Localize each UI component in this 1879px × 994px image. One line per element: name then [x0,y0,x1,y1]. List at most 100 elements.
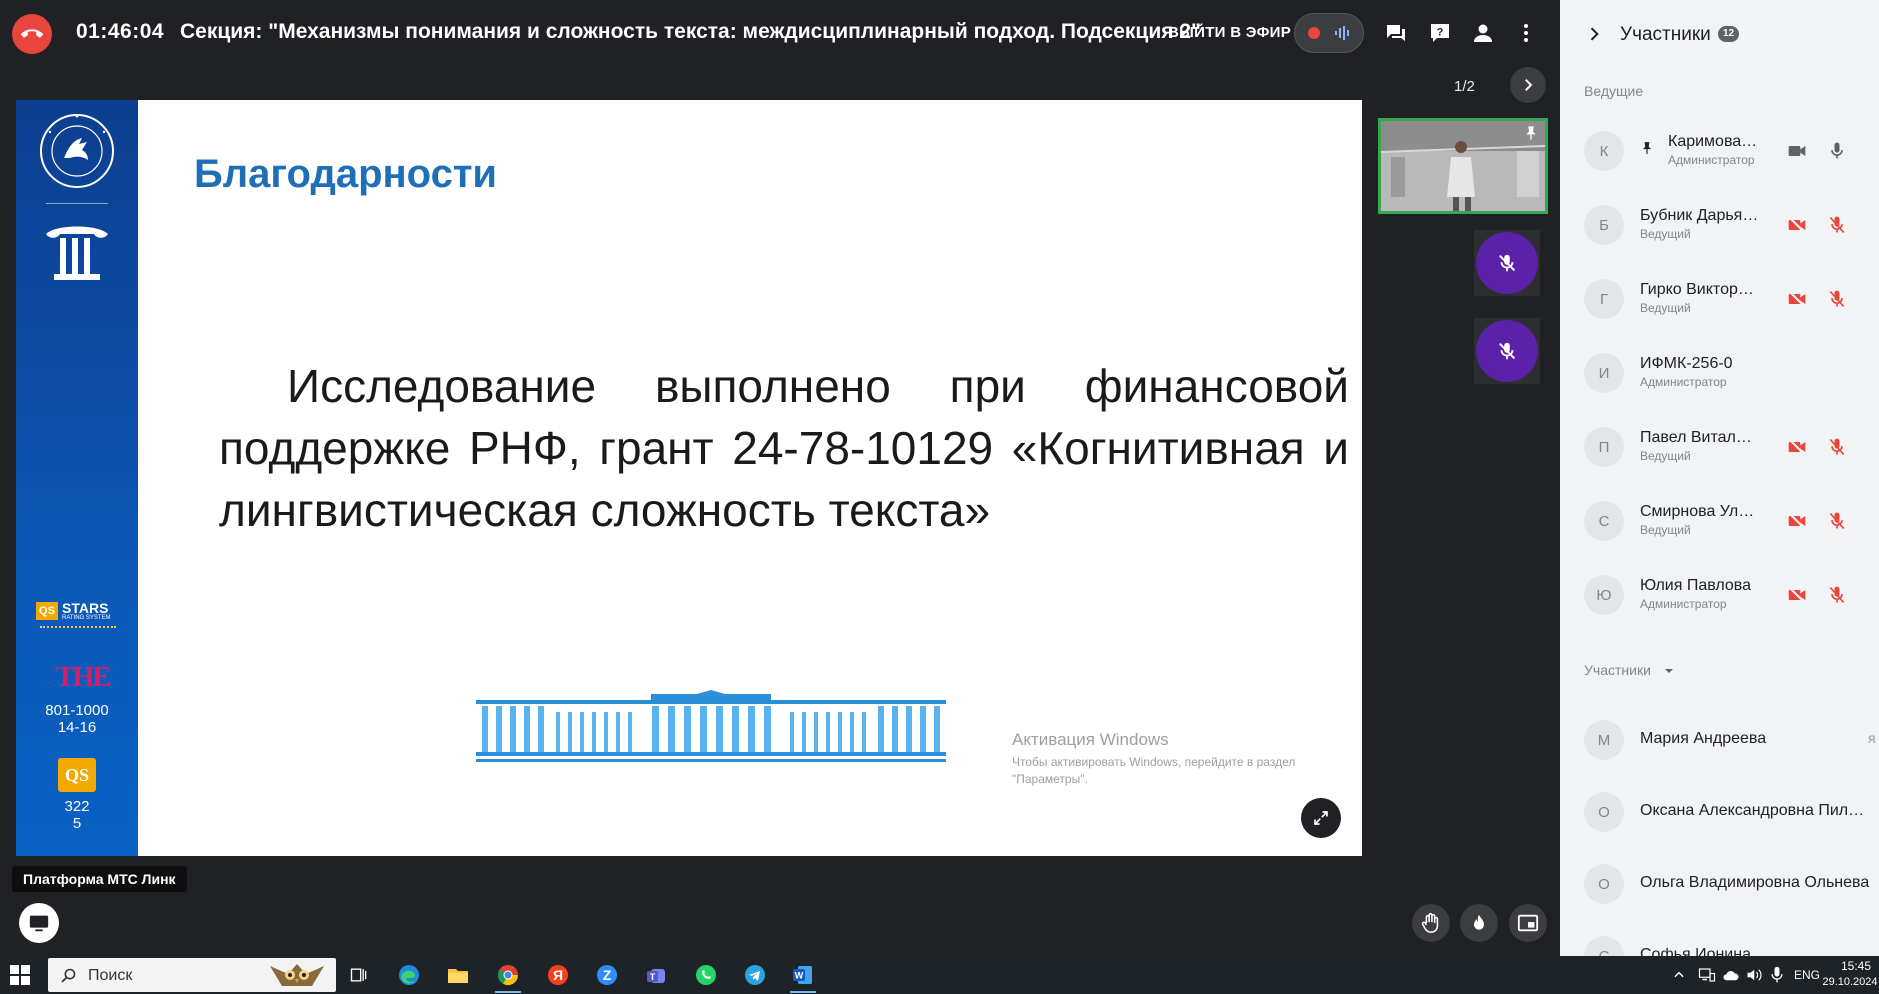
file-explorer-icon[interactable] [441,960,475,990]
svg-text:Я: Я [553,967,563,983]
participant-row[interactable]: Ю Юлия Павлова Администратор [1560,567,1879,623]
active-speaker-video[interactable] [1378,118,1548,214]
participant-row[interactable]: О Ольга Владимировна Ольнева [1560,856,1879,912]
next-slide-button[interactable] [1510,67,1546,103]
sidebar-divider [46,203,108,204]
whatsapp-icon[interactable] [689,960,723,990]
participant-name: Павел Витал… [1640,429,1752,446]
telegram-icon[interactable] [738,960,772,990]
picture-in-picture-icon [1517,914,1539,932]
flame-icon [1474,914,1484,930]
participant-row[interactable]: И ИФМК-256-0 Администратор [1560,345,1879,401]
slide-sidebar: QS STARS RATING SYSTEM THE 801-1000 14-1… [16,100,138,856]
windows-activation-watermark: Активация Windows Чтобы активировать Win… [1012,730,1296,786]
the-rank-range: 801-1000 [45,702,109,719]
avatar: С [1584,501,1624,541]
tray-chevron-up-icon[interactable] [1672,968,1686,982]
phone-hangup-icon [21,29,43,38]
meeting-title: Секция: "Механизмы понимания и сложность… [180,20,1201,43]
participant-name: Мария Андреева [1640,730,1767,747]
camera-off-icon[interactable] [1786,436,1808,458]
chat-icon[interactable] [1382,19,1410,47]
microphone-tray-icon[interactable] [1770,966,1786,984]
slide-page-counter: 1/2 [1454,78,1475,95]
participant-row[interactable]: О Оксана Александровна Пиль… [1560,784,1879,840]
mic-off-icon[interactable] [1826,288,1848,310]
participant-tile-muted-2[interactable] [1474,318,1540,384]
avatar: К [1584,131,1624,171]
clock-date[interactable]: 29.10.2024 [1822,976,1878,988]
mic-off-icon[interactable] [1826,510,1848,532]
avatar: М [1584,720,1624,760]
participant-row[interactable]: С Смирнова Ул… Ведущий [1560,493,1879,549]
record-dot-icon [1308,27,1321,39]
windows-start-icon[interactable] [10,965,30,985]
search-placeholder: Поиск [88,967,133,984]
chrome-browser-icon[interactable] [491,960,525,993]
chevron-right-icon [1525,79,1533,91]
teams-app-icon[interactable]: T [640,960,674,990]
end-call-button[interactable] [12,14,52,54]
go-live-button[interactable]: ВЫЙТИ В ЭФИР [1168,24,1291,41]
reactions-button[interactable] [1460,904,1498,942]
camera-on-icon[interactable] [1786,140,1808,162]
collapse-panel-chevron-icon[interactable] [1584,24,1606,46]
volume-icon[interactable] [1746,967,1764,983]
participant-row[interactable]: С Софья Ионина… [1560,928,1879,956]
active-app-indicator [790,991,816,993]
mic-off-icon[interactable] [1826,584,1848,606]
avatar: Б [1584,205,1624,245]
recording-control[interactable] [1294,13,1364,53]
raise-hand-button[interactable] [1412,904,1450,942]
screen-share-button[interactable] [19,903,59,943]
edge-browser-icon[interactable] [392,960,426,990]
top-bar: 01:46:04 Секция: "Механизмы понимания и … [0,0,1560,66]
platform-tooltip: Платформа МТС Линк [12,866,187,892]
yandex-browser-icon[interactable]: Я [541,960,575,990]
slide-heading: Благодарности [194,152,498,196]
cloud-icon[interactable] [1722,968,1740,982]
layout-button[interactable] [1509,904,1547,942]
fullscreen-button[interactable] [1301,798,1341,838]
profile-icon[interactable] [1469,19,1497,47]
camera-off-icon[interactable] [1786,510,1808,532]
help-icon[interactable]: ? [1426,19,1454,47]
participant-row[interactable]: Г Гирко Виктор… Ведущий [1560,271,1879,327]
more-options-icon[interactable] [1512,19,1540,47]
word-app-icon[interactable]: W [786,960,820,993]
participant-tile-muted-1[interactable] [1474,230,1540,296]
mic-off-icon[interactable] [1826,436,1848,458]
participants-group-label[interactable]: Участники [1584,662,1673,678]
camera-off-icon[interactable] [1786,288,1808,310]
hosts-group-label: Ведущие [1584,83,1644,99]
clock-time[interactable]: 15:45 [1836,959,1876,973]
caret-down-icon [1664,669,1673,673]
camera-off-icon[interactable] [1786,214,1808,236]
camera-off-icon[interactable] [1786,584,1808,606]
mic-off-icon[interactable] [1826,214,1848,236]
participant-name: ИФМК-256-0 [1640,355,1733,372]
institute-column-logo [46,226,108,280]
mic-on-icon[interactable] [1826,140,1848,162]
active-app-indicator [495,991,521,993]
monitor-icon [29,915,49,932]
slide-body-text: Исследование выполнено при финансовой по… [219,360,1349,536]
participant-row[interactable]: К Каримова… Администратор [1560,123,1879,179]
task-view-icon[interactable] [342,960,376,990]
meeting-timer: 01:46:04 [76,20,165,43]
language-indicator[interactable]: ENG [1794,968,1820,982]
participant-row[interactable]: П Павел Витал… Ведущий [1560,419,1879,475]
speaker-video-frame [1381,121,1545,211]
participant-row[interactable]: Б Бубник Дарья… Ведущий [1560,197,1879,253]
owl-search-decoration-icon [270,964,324,986]
qs-logo: QS [58,758,96,792]
pin-icon[interactable] [1523,125,1541,143]
taskbar-search[interactable]: Поиск [48,958,336,992]
participant-row[interactable]: М Мария Андреева я [1560,712,1879,768]
mic-off-icon [1498,254,1516,272]
participant-role: Ведущий [1640,523,1691,537]
zoom-app-icon[interactable]: Z [590,960,624,990]
avatar: И [1584,353,1624,393]
network-icon[interactable] [1698,967,1716,983]
audio-wave-icon [1334,26,1349,40]
